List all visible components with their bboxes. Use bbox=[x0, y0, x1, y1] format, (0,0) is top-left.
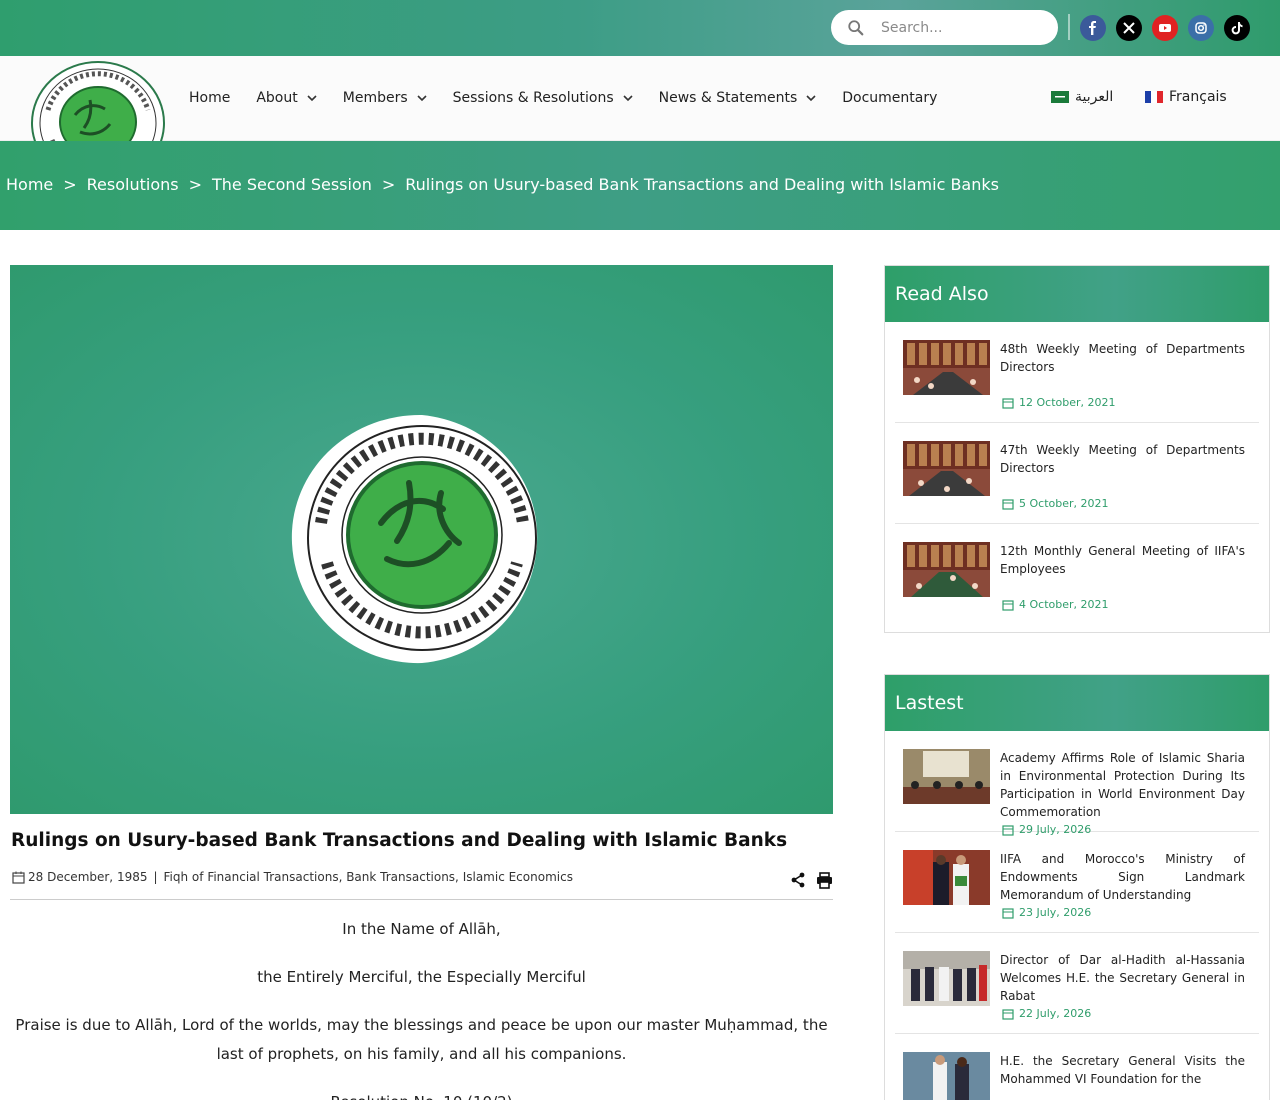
calendar-icon bbox=[1002, 599, 1014, 611]
language-arabic[interactable]: العربية bbox=[1051, 89, 1113, 105]
list-item[interactable]: Director of Dar al-Hadith al-Hassania We… bbox=[895, 933, 1259, 1034]
language-french[interactable]: Français bbox=[1145, 89, 1227, 105]
meeting-thumbnail[interactable] bbox=[903, 441, 990, 496]
breadcrumb-resolutions[interactable]: Resolutions bbox=[87, 175, 179, 194]
list-item[interactable]: 48th Weekly Meeting of Departments Direc… bbox=[895, 322, 1259, 423]
news-title[interactable]: Academy Affirms Role of Islamic Sharia i… bbox=[1000, 749, 1245, 821]
latest-panel: Lastest Academy Affirms Role of Islamic … bbox=[884, 674, 1270, 1100]
tiktok-icon[interactable] bbox=[1224, 15, 1250, 41]
article-hero-image bbox=[10, 265, 833, 814]
main-navigation: Home About Members Sessions & Resolution… bbox=[0, 56, 1280, 185]
search-input[interactable] bbox=[881, 19, 1041, 36]
breadcrumb-separator: > bbox=[188, 175, 202, 194]
nav-item-home[interactable]: Home bbox=[189, 90, 230, 106]
chevron-down-icon bbox=[623, 95, 633, 102]
event-thumbnail[interactable] bbox=[903, 850, 990, 905]
paragraph: the Entirely Merciful, the Especially Me… bbox=[257, 968, 586, 986]
nav-label: News & Statements bbox=[658, 90, 798, 106]
news-date-text: 5 October, 2021 bbox=[1019, 497, 1109, 510]
chevron-down-icon bbox=[806, 95, 816, 102]
france-flag-icon bbox=[1145, 91, 1163, 103]
list-item[interactable]: 12th Monthly General Meeting of IIFA's E… bbox=[895, 524, 1259, 625]
list-item[interactable]: 47th Weekly Meeting of Departments Direc… bbox=[895, 423, 1259, 524]
breadcrumb-home[interactable]: Home bbox=[6, 175, 53, 194]
read-also-heading: Read Also bbox=[885, 266, 1269, 322]
read-also-panel: Read Also 48th Weekly Meeting of Departm… bbox=[884, 265, 1270, 633]
event-thumbnail[interactable] bbox=[903, 749, 990, 804]
article-date: 28 December, 1985 bbox=[28, 870, 148, 884]
news-title[interactable]: H.E. the Secretary General Visits the Mo… bbox=[1000, 1052, 1245, 1088]
nav-label: Sessions & Resolutions bbox=[452, 90, 614, 106]
article-categories[interactable]: Fiqh of Financial Transactions, Bank Tra… bbox=[164, 870, 573, 884]
breadcrumb-session[interactable]: The Second Session bbox=[212, 175, 372, 194]
meeting-thumbnail[interactable] bbox=[903, 542, 990, 597]
article-meta: 28 December, 1985 | Fiqh of Financial Tr… bbox=[12, 870, 573, 884]
article-title: Rulings on Usury-based Bank Transactions… bbox=[11, 830, 788, 851]
breadcrumb-current: Rulings on Usury-based Bank Transactions… bbox=[405, 175, 999, 194]
header-divider bbox=[1068, 14, 1070, 40]
breadcrumb-separator: > bbox=[63, 175, 77, 194]
news-date: 5 October, 2021 bbox=[1002, 497, 1109, 510]
nav-label: Documentary bbox=[842, 90, 938, 106]
breadcrumb-bar: Home > Resolutions > The Second Session … bbox=[0, 141, 1280, 230]
search-icon[interactable] bbox=[847, 19, 865, 37]
nav-item-news-statements[interactable]: News & Statements bbox=[659, 90, 817, 106]
article-body: In the Name of Allāh, the Entirely Merci… bbox=[10, 915, 833, 1100]
news-title[interactable]: IIFA and Morocco's Ministry of Endowment… bbox=[1000, 850, 1245, 904]
list-item[interactable]: IIFA and Morocco's Ministry of Endowment… bbox=[895, 832, 1259, 933]
news-date-text: 22 July, 2026 bbox=[1019, 1007, 1092, 1020]
print-icon[interactable] bbox=[816, 872, 833, 889]
chevron-down-icon bbox=[417, 95, 427, 102]
nav-item-about[interactable]: About bbox=[256, 90, 317, 106]
paragraph: Resolution No. 10 (10/2) bbox=[10, 1088, 833, 1100]
calendar-icon bbox=[1002, 1008, 1014, 1020]
meta-separator: | bbox=[153, 870, 158, 884]
nav-item-sessions-resolutions[interactable]: Sessions & Resolutions bbox=[453, 90, 633, 106]
x-icon[interactable] bbox=[1116, 15, 1142, 41]
paragraph: Praise is due to Allāh, Lord of the worl… bbox=[15, 1016, 828, 1063]
iifa-emblem bbox=[291, 414, 538, 664]
meeting-thumbnail[interactable] bbox=[903, 340, 990, 395]
news-date-text: 23 July, 2026 bbox=[1019, 906, 1092, 919]
list-item[interactable]: Academy Affirms Role of Islamic Sharia i… bbox=[895, 731, 1259, 836]
event-thumbnail[interactable] bbox=[903, 951, 990, 1006]
nav-item-documentary[interactable]: Documentary bbox=[842, 90, 937, 106]
news-date: 12 October, 2021 bbox=[1002, 396, 1116, 409]
news-title[interactable]: 47th Weekly Meeting of Departments Direc… bbox=[1000, 441, 1245, 477]
calendar-icon bbox=[1002, 498, 1014, 510]
article-divider bbox=[10, 899, 833, 900]
event-thumbnail[interactable] bbox=[903, 1052, 990, 1100]
list-item[interactable]: H.E. the Secretary General Visits the Mo… bbox=[895, 1034, 1259, 1100]
search-box[interactable] bbox=[831, 10, 1058, 45]
calendar-icon bbox=[12, 871, 25, 884]
calendar-icon bbox=[1002, 907, 1014, 919]
news-date: 23 July, 2026 bbox=[1002, 906, 1091, 919]
facebook-icon[interactable] bbox=[1080, 15, 1106, 41]
nav-label: Home bbox=[189, 90, 231, 106]
nav-item-members[interactable]: Members bbox=[343, 90, 427, 106]
paragraph: In the Name of Allāh, bbox=[342, 920, 501, 938]
nav-label: Members bbox=[342, 90, 408, 106]
nav-menu: Home About Members Sessions & Resolution… bbox=[189, 90, 963, 106]
youtube-icon[interactable] bbox=[1152, 15, 1178, 41]
breadcrumb: Home > Resolutions > The Second Session … bbox=[6, 175, 999, 194]
news-date: 4 October, 2021 bbox=[1002, 598, 1109, 611]
news-date: 22 July, 2026 bbox=[1002, 1007, 1091, 1020]
news-title[interactable]: Director of Dar al-Hadith al-Hassania We… bbox=[1000, 951, 1245, 1005]
language-label: Français bbox=[1169, 89, 1227, 105]
nav-label: About bbox=[256, 90, 298, 106]
language-label: العربية bbox=[1075, 89, 1114, 105]
news-title[interactable]: 12th Monthly General Meeting of IIFA's E… bbox=[1000, 542, 1245, 578]
saudi-flag-icon bbox=[1051, 91, 1069, 103]
calendar-icon bbox=[1002, 397, 1014, 409]
news-title[interactable]: 48th Weekly Meeting of Departments Direc… bbox=[1000, 340, 1245, 376]
breadcrumb-separator: > bbox=[381, 175, 396, 194]
news-date-text: 12 October, 2021 bbox=[1019, 396, 1116, 409]
news-date-text: 4 October, 2021 bbox=[1019, 598, 1109, 611]
latest-heading: Lastest bbox=[885, 675, 1269, 731]
chevron-down-icon bbox=[307, 95, 317, 102]
share-icon[interactable] bbox=[790, 872, 806, 888]
top-bar bbox=[0, 0, 1280, 56]
instagram-icon[interactable] bbox=[1188, 15, 1214, 41]
